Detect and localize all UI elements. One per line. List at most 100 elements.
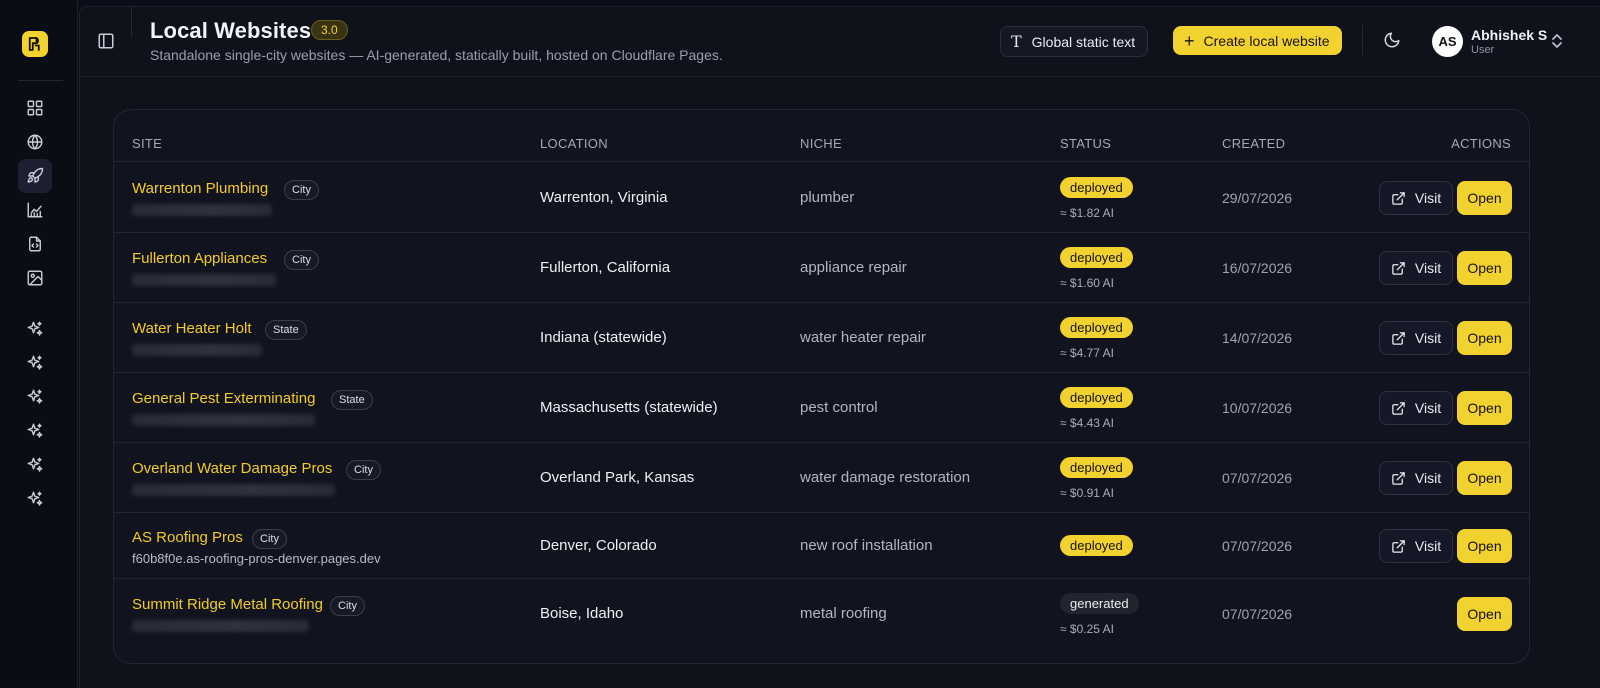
page-subtitle: Standalone single-city websites — AI-gen… <box>150 47 723 63</box>
open-button[interactable]: Open <box>1457 461 1512 495</box>
status-badge: deployed <box>1060 317 1133 338</box>
open-button[interactable]: Open <box>1457 529 1512 563</box>
sidebar-item-2[interactable] <box>18 125 52 159</box>
open-button[interactable]: Open <box>1457 251 1512 285</box>
status-badge: deployed <box>1060 535 1133 556</box>
created-date: 29/07/2026 <box>1222 190 1293 206</box>
column-header-niche: NICHE <box>800 136 842 151</box>
header-divider <box>1362 25 1363 55</box>
created-date: 16/07/2026 <box>1222 260 1293 276</box>
code-file-icon <box>29 236 41 252</box>
visit-button[interactable]: Visit <box>1379 321 1453 355</box>
sidebar-item-12[interactable] <box>18 482 52 516</box>
created-date: 07/07/2026 <box>1222 470 1293 486</box>
niche-cell: water heater repair <box>800 329 926 346</box>
sidebar-toggle-button[interactable] <box>97 32 117 52</box>
sidebar-item-7[interactable] <box>18 312 52 346</box>
visit-button[interactable]: Visit <box>1379 181 1453 215</box>
table-row: AS Roofing Pros City f60b8f0e.as-roofing-p… <box>114 513 1529 579</box>
site-name-link[interactable]: Overland Water Damage Pros <box>132 460 332 477</box>
user-name[interactable]: Abhishek S <box>1471 27 1547 43</box>
table-row: Warrenton Plumbing City Warrenton, Virgini… <box>114 163 1529 233</box>
sidebar-item-10[interactable] <box>18 414 52 448</box>
external-link-icon <box>1392 401 1405 415</box>
created-date: 14/07/2026 <box>1222 330 1293 346</box>
rocket-icon <box>27 167 44 183</box>
location-cell: Fullerton, California <box>540 259 671 276</box>
sidebar-item-1[interactable] <box>18 91 52 125</box>
location-cell: Indiana (statewide) <box>540 329 667 346</box>
sidebar-item-4[interactable] <box>18 193 52 227</box>
scope-tag: City <box>284 250 319 270</box>
site-url-redacted <box>132 414 315 426</box>
niche-cell: appliance repair <box>800 259 907 276</box>
visit-button[interactable]: Visit <box>1379 391 1453 425</box>
table-header: SITE LOCATION NICHE STATUS CREATED ACTIO… <box>114 110 1529 162</box>
open-button[interactable]: Open <box>1457 181 1512 215</box>
sidebar-item-5[interactable] <box>18 227 52 261</box>
sidebar-item-11[interactable] <box>18 448 52 482</box>
niche-cell: water damage restoration <box>800 469 971 486</box>
sparkles-icon <box>27 321 43 336</box>
status-badge: deployed <box>1060 247 1133 268</box>
plus-icon: + <box>1184 30 1195 51</box>
header-divider <box>131 7 132 37</box>
websites-table: SITE LOCATION NICHE STATUS CREATED ACTIO… <box>113 109 1530 664</box>
sparkles-icon <box>27 355 43 370</box>
site-name-link[interactable]: AS Roofing Pros <box>132 529 243 546</box>
sidebar-item-9[interactable] <box>18 380 52 414</box>
site-name-link[interactable]: Water Heater Holt <box>132 320 251 337</box>
site-url-redacted <box>132 274 276 286</box>
external-link-icon <box>1392 261 1405 275</box>
status-badge: deployed <box>1060 177 1133 198</box>
site-url-redacted <box>132 344 262 356</box>
open-button[interactable]: Open <box>1457 391 1512 425</box>
page-header: Local Websites 3.0 Standalone single-cit… <box>80 7 1600 77</box>
niche-cell: metal roofing <box>800 605 887 622</box>
external-link-icon <box>1392 331 1405 345</box>
sidebar-item-6[interactable] <box>18 261 52 295</box>
globe-icon <box>27 134 43 150</box>
analytics-chart-icon <box>27 202 43 218</box>
page-title: Local Websites <box>150 18 312 43</box>
location-cell: Warrenton, Virginia <box>540 189 668 206</box>
sparkles-icon <box>27 423 43 438</box>
create-local-website-button[interactable]: + Create local website <box>1173 26 1342 55</box>
visit-button[interactable]: Visit <box>1379 461 1453 495</box>
status-badge: deployed <box>1060 457 1133 478</box>
open-button[interactable]: Open <box>1457 597 1512 631</box>
visit-button[interactable]: Visit <box>1379 529 1453 563</box>
column-header-site: SITE <box>132 136 163 151</box>
app-root: Local Websites 3.0 Standalone single-cit… <box>0 0 1600 688</box>
ai-cost: ≈ $4.43 AI <box>1060 416 1114 430</box>
sidebar-item-8[interactable] <box>18 346 52 380</box>
open-button[interactable]: Open <box>1457 321 1512 355</box>
ai-cost: ≈ $0.25 AI <box>1060 622 1114 636</box>
site-name-link[interactable]: Warrenton Plumbing <box>132 180 268 197</box>
dashboard-grid-icon <box>27 100 43 116</box>
chevrons-up-down-icon[interactable] <box>1550 32 1564 50</box>
site-name-link[interactable]: Summit Ridge Metal Roofing <box>132 596 323 613</box>
site-name-link[interactable]: Fullerton Appliances <box>132 250 267 267</box>
brand-logo-icon[interactable] <box>22 31 48 57</box>
sparkles-icon <box>27 389 43 404</box>
site-url-redacted <box>132 204 272 216</box>
created-date: 10/07/2026 <box>1222 400 1293 416</box>
status-badge: deployed <box>1060 387 1133 408</box>
site-url[interactable]: f60b8f0e.as-roofing-pros-denver.pages.de… <box>132 551 381 566</box>
column-header-status: STATUS <box>1060 136 1112 151</box>
theme-toggle-button[interactable] <box>1383 31 1403 51</box>
user-avatar[interactable]: AS <box>1432 26 1463 57</box>
scope-tag: City <box>284 180 319 200</box>
visit-button[interactable]: Visit <box>1379 251 1453 285</box>
table-row: Fullerton Appliances City Fullerton, Calif… <box>114 233 1529 303</box>
sparkles-icon <box>27 491 43 506</box>
site-name-link[interactable]: General Pest Exterminating <box>132 390 315 407</box>
table-row: General Pest Exterminating State Massachus… <box>114 373 1529 443</box>
global-static-text-button[interactable]: T Global static text <box>1000 26 1149 57</box>
ai-cost: ≈ $0.91 AI <box>1060 486 1114 500</box>
sparkles-icon <box>27 457 43 472</box>
table-row: Water Heater Holt State Indiana (statewide… <box>114 303 1529 373</box>
sidebar-item-3[interactable] <box>18 159 52 193</box>
scope-tag: City <box>330 596 365 616</box>
